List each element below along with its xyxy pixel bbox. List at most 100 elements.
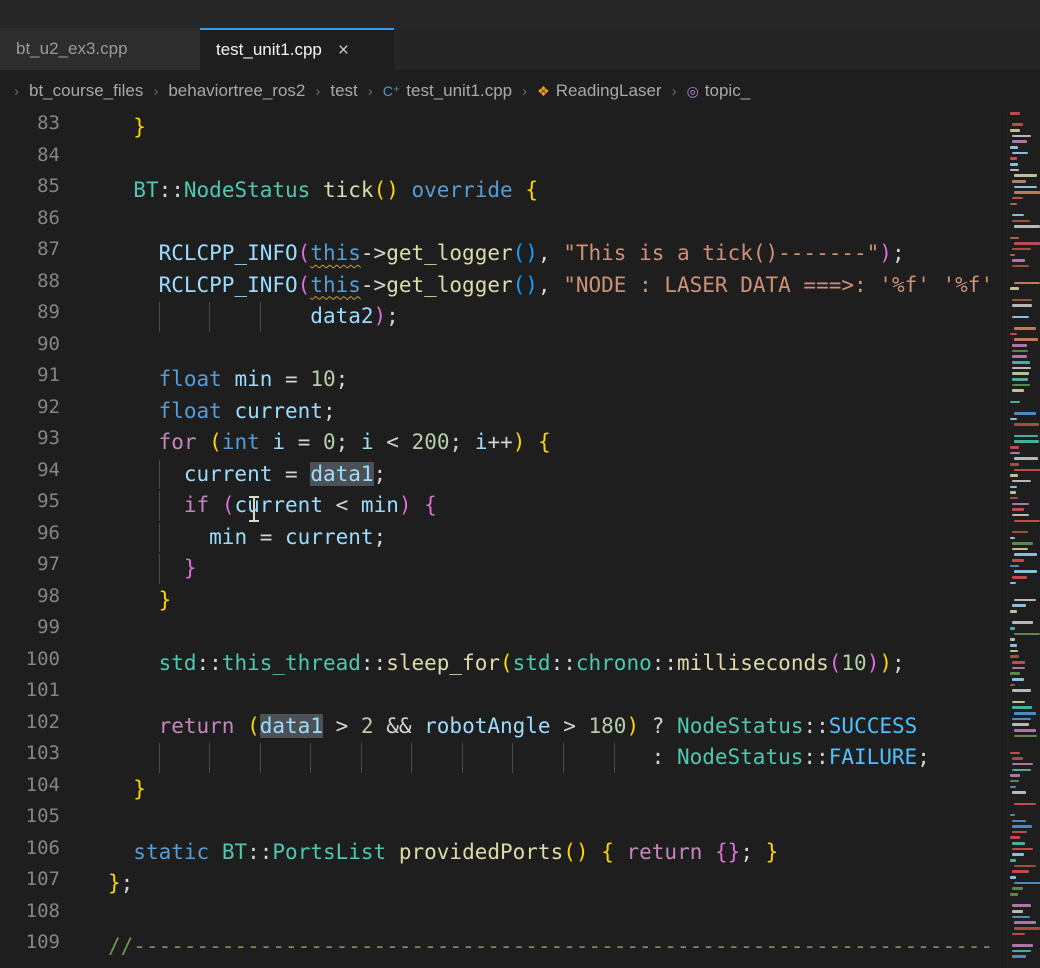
editor: 8384858687888990919293949596979899100101…	[0, 112, 1040, 968]
minimap-line	[1012, 480, 1031, 483]
line-number[interactable]: 109	[0, 931, 108, 963]
line-number[interactable]: 88	[0, 270, 108, 302]
breadcrumb-item[interactable]: C⁺test_unit1.cpp	[383, 81, 512, 101]
tab-bt-u2-ex3[interactable]: bt_u2_ex3.cpp	[0, 28, 200, 70]
code-line[interactable]	[108, 207, 1007, 239]
line-number[interactable]: 94	[0, 459, 108, 491]
minimap-line	[1012, 791, 1026, 794]
line-number[interactable]: 93	[0, 427, 108, 459]
close-icon[interactable]: ×	[338, 41, 349, 60]
breadcrumb-item[interactable]: behaviortree_ros2	[168, 81, 305, 101]
code-line[interactable]	[108, 679, 1007, 711]
line-number[interactable]: 90	[0, 333, 108, 365]
code-line[interactable]: RCLCPP_INFO(this->get_logger(), "This is…	[108, 238, 1007, 270]
line-number[interactable]: 91	[0, 364, 108, 396]
line-number[interactable]: 99	[0, 616, 108, 648]
code-line[interactable]: BT::NodeStatus tick() override {	[108, 175, 1007, 207]
line-number[interactable]: 107	[0, 868, 108, 900]
line-number[interactable]: 101	[0, 679, 108, 711]
code-line[interactable]: }	[108, 585, 1007, 617]
minimap-line	[1012, 678, 1024, 681]
line-number[interactable]: 86	[0, 207, 108, 239]
line-number[interactable]: 105	[0, 805, 108, 837]
line-number[interactable]: 106	[0, 837, 108, 869]
minimap-line	[1012, 514, 1029, 517]
code-token: for	[159, 430, 197, 454]
code-line[interactable]: float current;	[108, 396, 1007, 428]
code-line[interactable]: }	[108, 774, 1007, 806]
code-line[interactable]: }	[108, 112, 1007, 144]
code-line[interactable]	[108, 616, 1007, 648]
code-token: <	[323, 493, 361, 517]
breadcrumb-separator: ›	[153, 83, 158, 100]
minimap-line	[1012, 123, 1023, 126]
code-line[interactable]: static BT::PortsList providedPorts() { r…	[108, 837, 1007, 869]
code-line[interactable]	[108, 144, 1007, 176]
code-line[interactable]: RCLCPP_INFO(this->get_logger(), "NODE : …	[108, 270, 1007, 302]
breadcrumb-item[interactable]: ❖ReadingLaser	[537, 81, 661, 101]
code-token: ::	[652, 651, 677, 675]
code-line[interactable]: };	[108, 868, 1007, 900]
minimap-line	[1012, 299, 1032, 302]
line-number[interactable]: 103	[0, 742, 108, 774]
code-token: BT	[222, 840, 247, 864]
breadcrumb-item[interactable]: test	[330, 81, 357, 101]
code-line[interactable]	[108, 805, 1007, 837]
code-line[interactable]: }	[108, 553, 1007, 585]
line-number[interactable]: 95	[0, 490, 108, 522]
minimap-line	[1014, 412, 1036, 415]
minimap-line	[1012, 259, 1025, 262]
line-number[interactable]: 85	[0, 175, 108, 207]
line-number[interactable]: 92	[0, 396, 108, 428]
minimap[interactable]	[1007, 112, 1040, 968]
code-line[interactable]: std::this_thread::sleep_for(std::chrono:…	[108, 648, 1007, 680]
code-token: :	[652, 745, 677, 769]
code-token: ::	[197, 651, 222, 675]
line-number[interactable]: 102	[0, 711, 108, 743]
breadcrumb-label: bt_course_files	[29, 81, 143, 101]
code-line[interactable]: if (current < min) {	[108, 490, 1007, 522]
line-number[interactable]: 100	[0, 648, 108, 680]
code-token: 2	[361, 714, 374, 738]
code-line[interactable]: float min = 10;	[108, 364, 1007, 396]
code-line[interactable]: data2);	[108, 301, 1007, 333]
code-line[interactable]: //--------------------------------------…	[108, 931, 1007, 963]
line-number[interactable]: 96	[0, 522, 108, 554]
code-token	[399, 178, 412, 202]
code-token: {	[525, 178, 538, 202]
code-line[interactable]: min = current;	[108, 522, 1007, 554]
minimap-line	[1010, 650, 1018, 653]
code-token: ->	[361, 273, 386, 297]
minimap-line	[1012, 503, 1029, 506]
breadcrumb-item[interactable]: bt_course_files	[29, 81, 143, 101]
code-area[interactable]: } BT::NodeStatus tick() override { RCLCP…	[108, 112, 1007, 968]
code-token: NodeStatus	[677, 745, 803, 769]
code-token: providedPorts	[399, 840, 563, 864]
code-line[interactable]	[108, 900, 1007, 932]
minimap-line	[1010, 169, 1019, 172]
code-line[interactable]: for (int i = 0; i < 200; i++) {	[108, 427, 1007, 459]
line-number[interactable]: 89	[0, 301, 108, 333]
minimap-line	[1012, 508, 1024, 511]
code-token: chrono	[576, 651, 652, 675]
line-number[interactable]: 97	[0, 553, 108, 585]
code-line[interactable]: return (data1 > 2 && robotAngle > 180) ?…	[108, 711, 1007, 743]
line-number[interactable]: 104	[0, 774, 108, 806]
line-number[interactable]: 108	[0, 900, 108, 932]
code-line[interactable]: : NodeStatus::FAILURE;	[108, 742, 1007, 774]
code-line[interactable]	[108, 333, 1007, 365]
minimap-line	[1010, 582, 1016, 585]
indent-guide	[159, 491, 160, 521]
minimap-line	[1010, 859, 1016, 862]
code-line[interactable]: current = data1;	[108, 459, 1007, 491]
line-number[interactable]: 87	[0, 238, 108, 270]
minimap-line	[1012, 548, 1028, 551]
tab-test-unit1[interactable]: test_unit1.cpp ×	[200, 28, 394, 70]
line-number[interactable]: 84	[0, 144, 108, 176]
line-number[interactable]: 83	[0, 112, 108, 144]
code-token: current	[234, 493, 323, 517]
minimap-line	[1012, 825, 1032, 828]
line-number[interactable]: 98	[0, 585, 108, 617]
code-token: static	[133, 840, 209, 864]
breadcrumb-item[interactable]: ◎topic_	[687, 81, 751, 101]
